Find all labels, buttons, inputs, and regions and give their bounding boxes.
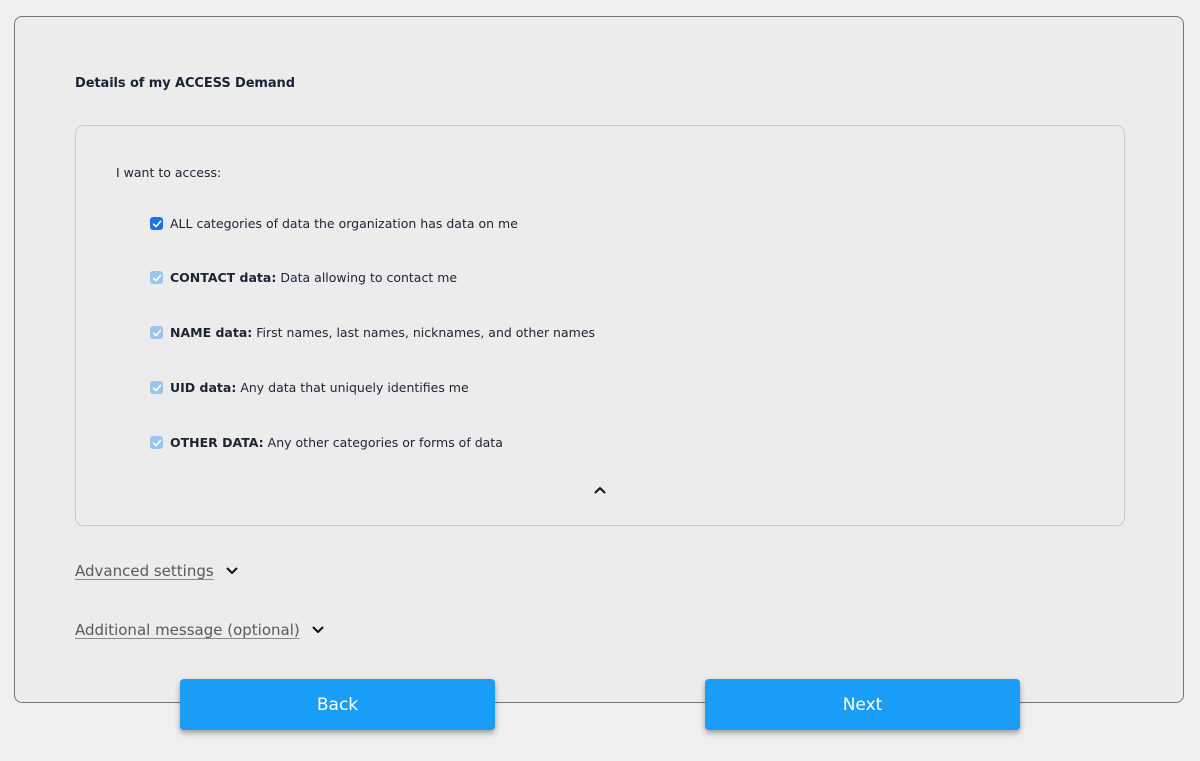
checkbox-all-categories[interactable] bbox=[150, 217, 163, 230]
option-contact-data[interactable]: CONTACT data: Data allowing to contact m… bbox=[150, 270, 457, 285]
checkbox-other-data[interactable] bbox=[150, 436, 163, 449]
chevron-up-icon bbox=[594, 487, 606, 494]
option-category-label: CONTACT data: bbox=[170, 270, 277, 285]
option-uid-data[interactable]: UID data: Any data that uniquely identif… bbox=[150, 380, 469, 395]
chevron-down-icon bbox=[226, 567, 238, 575]
section-title: Details of my ACCESS Demand bbox=[75, 76, 295, 91]
advanced-settings-label: Advanced settings bbox=[75, 562, 214, 580]
additional-message-toggle[interactable]: Additional message (optional) bbox=[75, 621, 324, 639]
option-name-data[interactable]: NAME data: First names, last names, nick… bbox=[150, 325, 595, 340]
next-button[interactable]: Next bbox=[705, 679, 1020, 730]
checkmark-icon bbox=[152, 329, 161, 336]
checkmark-icon bbox=[152, 274, 161, 281]
option-text: First names, last names, nicknames, and … bbox=[256, 325, 596, 340]
checkmark-icon bbox=[152, 220, 161, 227]
option-text: ALL categories of data the organization … bbox=[170, 216, 518, 231]
option-all-categories[interactable]: ALL categories of data the organization … bbox=[150, 216, 518, 231]
chevron-down-icon bbox=[312, 626, 324, 634]
option-category-label: UID data: bbox=[170, 380, 237, 395]
option-other-data[interactable]: OTHER DATA: Any other categories or form… bbox=[150, 435, 503, 450]
advanced-settings-toggle[interactable]: Advanced settings bbox=[75, 562, 238, 580]
back-button[interactable]: Back bbox=[180, 679, 495, 730]
option-text: Any other categories or forms of data bbox=[267, 435, 503, 450]
option-text: Any data that uniquely identifies me bbox=[240, 380, 469, 395]
collapse-options-button[interactable] bbox=[591, 481, 609, 499]
checkmark-icon bbox=[152, 439, 161, 446]
additional-message-label: Additional message (optional) bbox=[75, 621, 300, 639]
option-category-label: OTHER DATA: bbox=[170, 435, 264, 450]
checkbox-name-data[interactable] bbox=[150, 326, 163, 339]
checkmark-icon bbox=[152, 384, 161, 391]
checkbox-contact-data[interactable] bbox=[150, 271, 163, 284]
option-text: Data allowing to contact me bbox=[280, 270, 458, 285]
option-category-label: NAME data: bbox=[170, 325, 253, 340]
page: Details of my ACCESS Demand I want to ac… bbox=[0, 0, 1200, 761]
checkbox-uid-data[interactable] bbox=[150, 381, 163, 394]
access-label: I want to access: bbox=[116, 165, 222, 180]
